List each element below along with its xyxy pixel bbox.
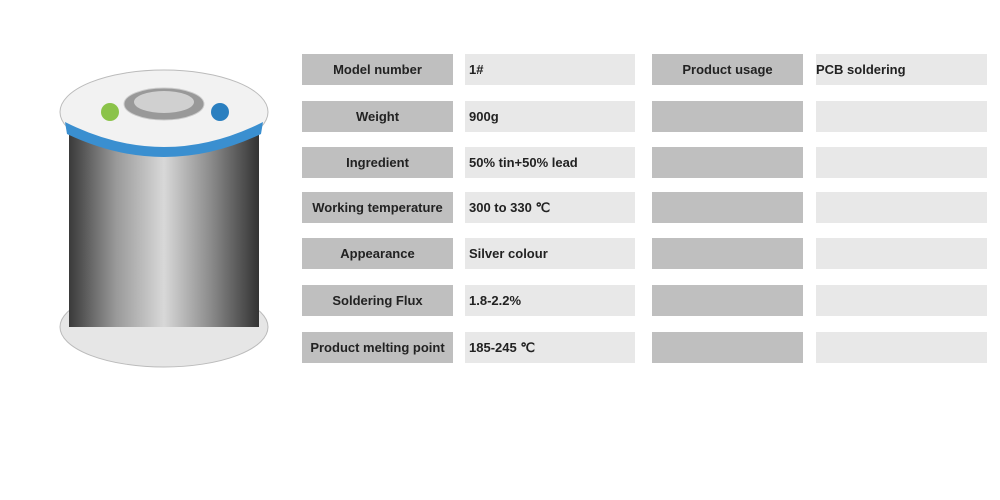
spec-value: 50% tin+50% lead [465,147,635,178]
spec-label: Product usage [652,54,803,85]
empty-value-cell [816,285,987,316]
spec-value: 1.8-2.2% [465,285,635,316]
spec-label: Weight [302,101,453,132]
empty-label-cell [652,238,803,269]
spec-label: Model number [302,54,453,85]
empty-label-cell [652,332,803,363]
spec-label: Appearance [302,238,453,269]
spec-label: Working temperature [302,192,453,223]
solder-wire-spool-image [59,69,269,368]
empty-label-cell [652,192,803,223]
spec-label: Ingredient [302,147,453,178]
spec-value: 185-245 ℃ [465,332,635,363]
spec-label: Soldering Flux [302,285,453,316]
empty-value-cell [816,192,987,223]
spec-value: 1# [465,54,635,85]
spec-value: 300 to 330 ℃ [465,192,635,223]
spec-value: 900g [465,101,635,132]
empty-label-cell [652,147,803,178]
empty-value-cell [816,238,987,269]
spec-label: Product melting point [302,332,453,363]
empty-value-cell [816,101,987,132]
spec-value: Silver colour [465,238,635,269]
empty-value-cell [816,332,987,363]
empty-label-cell [652,285,803,316]
empty-label-cell [652,101,803,132]
spec-value: PCB soldering [816,54,987,85]
empty-value-cell [816,147,987,178]
